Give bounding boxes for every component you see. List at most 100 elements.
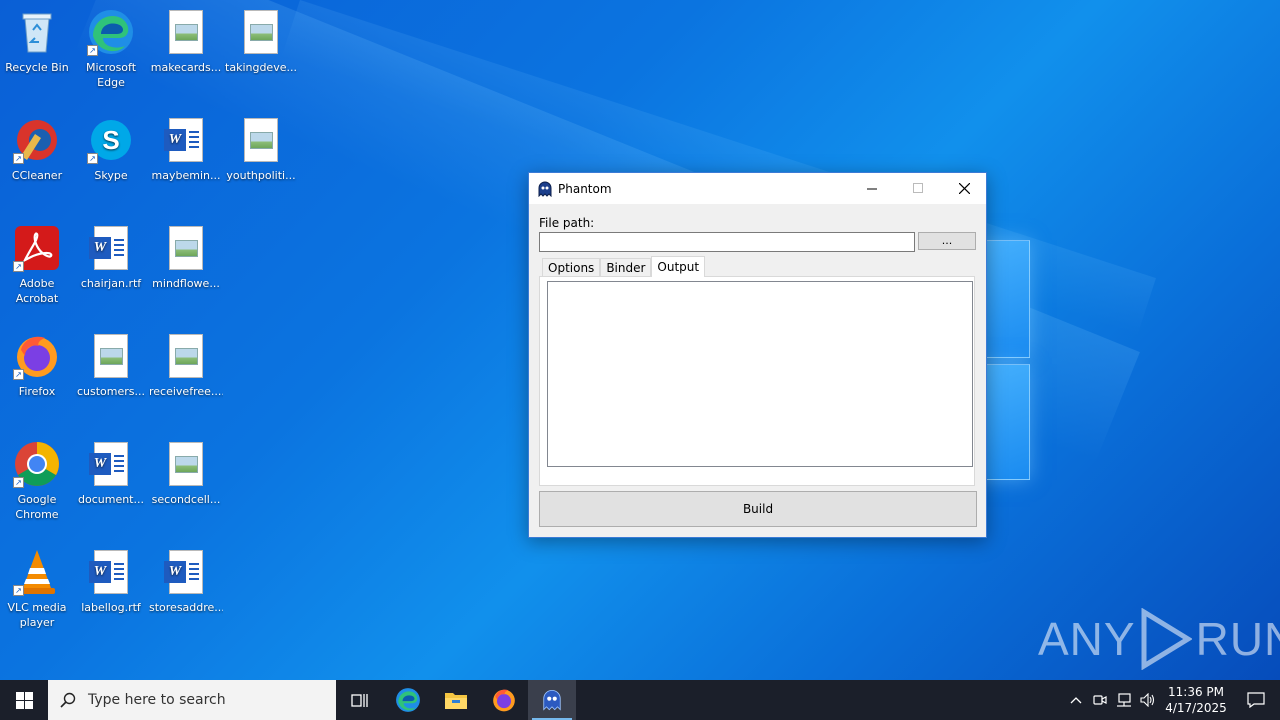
desktop-icon-label: VLC media player xyxy=(7,601,67,629)
notification-icon xyxy=(1247,692,1265,708)
desktop-icon-microsoft-edge[interactable]: ↗ Microsoft Edge xyxy=(74,8,148,90)
close-icon xyxy=(958,183,970,194)
file-explorer-icon xyxy=(445,693,467,709)
desktop-icon-labellog[interactable]: W labellog.rtf xyxy=(74,548,148,615)
word-doc-icon: W xyxy=(164,118,203,162)
image-file-icon xyxy=(169,334,203,378)
desktop-icon-ccleaner[interactable]: ↗ CCleaner xyxy=(0,116,74,183)
taskbar-firefox-button[interactable] xyxy=(480,680,528,720)
task-view-icon xyxy=(351,694,368,707)
tray-volume-button[interactable] xyxy=(1136,680,1160,720)
windows-start-icon xyxy=(15,691,33,709)
show-hidden-icons-button[interactable] xyxy=(1064,680,1088,720)
vlc-icon: ↗ xyxy=(13,548,61,596)
desktop-icon-label: youthpoliti... xyxy=(226,169,296,182)
taskbar-clock[interactable]: 11:36 PM 4/17/2025 xyxy=(1160,684,1232,716)
window-titlebar[interactable]: Phantom xyxy=(529,173,986,204)
desktop-icon-document[interactable]: W document... xyxy=(74,440,148,507)
word-doc-icon: W xyxy=(89,550,128,594)
watermark-play-icon xyxy=(1141,608,1192,670)
desktop-icon-google-chrome[interactable]: ↗ Google Chrome xyxy=(0,440,74,522)
desktop-icon-label: Google Chrome xyxy=(15,493,59,521)
anyrun-watermark: ANY RUN xyxy=(1038,608,1280,670)
desktop-icon-label: maybemin... xyxy=(151,169,221,182)
tab-options[interactable]: Options xyxy=(542,258,601,277)
desktop-icon-label: takingdeve... xyxy=(225,61,297,74)
search-placeholder: Type here to search xyxy=(88,692,226,708)
desktop-icon-customers[interactable]: customers... xyxy=(74,332,148,399)
tray-network-button[interactable] xyxy=(1112,680,1136,720)
system-tray: 11:36 PM 4/17/2025 xyxy=(1064,680,1280,720)
taskbar-edge-button[interactable] xyxy=(384,680,432,720)
shortcut-arrow-icon: ↗ xyxy=(87,45,98,56)
tray-meet-now-button[interactable] xyxy=(1088,680,1112,720)
desktop-icon-makecards[interactable]: makecards... xyxy=(149,8,223,75)
action-center-button[interactable] xyxy=(1232,680,1280,720)
image-file-icon xyxy=(169,10,203,54)
tab-binder[interactable]: Binder xyxy=(600,258,652,277)
desktop-icon-adobe-acrobat[interactable]: ↗ Adobe Acrobat xyxy=(0,224,74,306)
network-icon xyxy=(1117,693,1131,707)
desktop-icon-label: chairjan.rtf xyxy=(80,277,142,290)
desktop-icon-label: secondcell... xyxy=(151,493,221,506)
desktop-icon-storesaddre[interactable]: W storesaddre... xyxy=(149,548,223,615)
word-doc-icon: W xyxy=(164,550,203,594)
desktop-icon-vlc[interactable]: ↗ VLC media player xyxy=(0,548,74,630)
desktop-icon-label: customers... xyxy=(76,385,146,398)
start-button[interactable] xyxy=(0,680,48,720)
build-button[interactable]: Build xyxy=(539,491,977,527)
ccleaner-icon: ↗ xyxy=(13,116,61,164)
phantom-icon xyxy=(543,690,561,711)
output-tab-panel xyxy=(539,276,975,486)
desktop-icon-label: CCleaner xyxy=(11,169,63,182)
edge-icon: ↗ xyxy=(87,8,135,56)
minimize-button[interactable] xyxy=(849,173,895,204)
phantom-ghost-icon xyxy=(538,181,552,197)
watermark-text-left: ANY xyxy=(1038,613,1136,665)
desktop-icon-skype[interactable]: S ↗ Skype xyxy=(74,116,148,183)
desktop-icon-label: storesaddre... xyxy=(149,601,223,614)
output-textbox[interactable] xyxy=(547,281,973,467)
close-button[interactable] xyxy=(941,173,987,204)
desktop-icon-receivefree[interactable]: receivefree.... xyxy=(149,332,223,399)
clock-date: 4/17/2025 xyxy=(1165,701,1227,715)
shortcut-arrow-icon: ↗ xyxy=(87,153,98,164)
desktop-icon-mindflowe[interactable]: mindflowe... xyxy=(149,224,223,291)
desktop-icon-label: labellog.rtf xyxy=(81,601,141,614)
shortcut-arrow-icon: ↗ xyxy=(13,261,24,272)
desktop-icon-label: Skype xyxy=(94,169,128,182)
desktop-icon-label: receivefree.... xyxy=(149,385,223,398)
edge-icon xyxy=(396,688,420,712)
desktop-icon-chairjan[interactable]: W chairjan.rtf xyxy=(74,224,148,291)
search-icon xyxy=(48,692,88,708)
taskbar-file-explorer-button[interactable] xyxy=(432,680,480,720)
browse-button[interactable]: ... xyxy=(918,232,976,250)
clock-time: 11:36 PM xyxy=(1168,685,1224,699)
desktop-icon-label: Recycle Bin xyxy=(5,61,69,74)
desktop-icon-youthpoliti[interactable]: youthpoliti... xyxy=(224,116,298,183)
maximize-button[interactable] xyxy=(895,173,941,204)
desktop-icon-maybemin[interactable]: W maybemin... xyxy=(149,116,223,183)
file-path-label: File path: xyxy=(539,216,595,230)
desktop-icon-takingdeve[interactable]: takingdeve... xyxy=(224,8,298,75)
word-doc-icon: W xyxy=(89,442,128,486)
file-path-input[interactable] xyxy=(539,232,915,252)
shortcut-arrow-icon: ↗ xyxy=(13,477,24,488)
desktop-icon-firefox[interactable]: ↗ Firefox xyxy=(0,332,74,399)
tab-strip: Options Binder Output xyxy=(542,256,706,277)
desktop-icon-secondcell[interactable]: secondcell... xyxy=(149,440,223,507)
task-view-button[interactable] xyxy=(336,680,384,720)
shortcut-arrow-icon: ↗ xyxy=(13,585,24,596)
maximize-icon xyxy=(912,183,923,193)
taskbar-phantom-button[interactable] xyxy=(528,680,576,720)
image-file-icon xyxy=(244,118,278,162)
desktop-icon-label: mindflowe... xyxy=(152,277,220,290)
taskbar-search-box[interactable]: Type here to search xyxy=(48,680,336,720)
tab-output[interactable]: Output xyxy=(651,256,706,277)
minimize-icon xyxy=(866,188,877,190)
image-file-icon xyxy=(169,226,203,270)
desktop-icon-label: Microsoft Edge xyxy=(85,61,137,89)
desktop-icon-recycle-bin[interactable]: Recycle Bin xyxy=(0,8,74,75)
word-doc-icon: W xyxy=(89,226,128,270)
watermark-text-right: RUN xyxy=(1195,613,1280,665)
